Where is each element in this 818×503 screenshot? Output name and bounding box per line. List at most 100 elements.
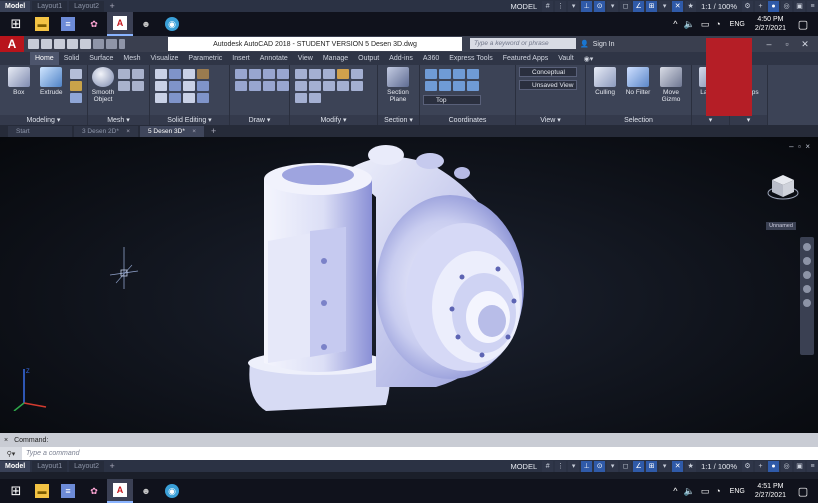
clean-screen-icon[interactable]: ▣ — [794, 0, 805, 12]
ucs-x-icon[interactable] — [439, 69, 451, 79]
sign-in-button[interactable]: 👤 Sign In — [580, 37, 615, 51]
polar-icon[interactable]: ⊙ — [594, 460, 606, 472]
clean-icon[interactable] — [197, 93, 209, 103]
hardware-accel-icon[interactable]: ◎ — [781, 0, 792, 12]
autocad-taskbar-icon[interactable]: A — [107, 479, 133, 503]
visual-style-select[interactable]: Conceptual — [519, 67, 577, 77]
shell-icon[interactable] — [169, 69, 181, 79]
browser-icon[interactable]: ◉ — [159, 12, 185, 36]
close-icon[interactable]: ✕ — [796, 37, 814, 51]
maximize-icon[interactable]: ▫ — [778, 37, 796, 51]
panel-title-section[interactable]: Section ▾ — [378, 115, 419, 125]
tab-manage[interactable]: Manage — [318, 52, 353, 65]
ucs-world-icon[interactable] — [425, 69, 437, 79]
scale-icon[interactable] — [351, 81, 363, 91]
windows-start-icon[interactable]: ⊞ — [3, 479, 29, 503]
arc-icon[interactable] — [277, 69, 289, 79]
pan-icon[interactable] — [803, 257, 811, 265]
close-icon[interactable]: × — [120, 128, 130, 135]
panel-title-view[interactable]: View ▾ — [516, 115, 585, 125]
taper-icon[interactable] — [183, 93, 195, 103]
ortho-icon[interactable]: ⊥ — [581, 0, 593, 12]
mesh-tool-icon[interactable] — [132, 69, 144, 79]
ucs-y-icon[interactable] — [453, 69, 465, 79]
chevron-down-icon[interactable]: ▾ — [568, 0, 580, 12]
clock[interactable]: 4:50 PM 2/27/2021 — [755, 15, 786, 33]
model-space-button[interactable]: MODEL — [507, 1, 540, 12]
annotation-visibility-icon[interactable]: ✕ — [672, 0, 684, 12]
save-icon[interactable] — [54, 39, 65, 49]
volume-icon[interactable]: 🔈 — [684, 19, 695, 30]
battery-icon[interactable]: ▭ — [701, 19, 710, 30]
save-as-icon[interactable] — [67, 39, 78, 49]
subtract-icon[interactable] — [197, 69, 209, 79]
command-customize-icon[interactable]: ⚲▾ — [0, 447, 22, 460]
gear-icon[interactable]: ⚙ — [742, 460, 753, 472]
panel-title-solid-editing[interactable]: Solid Editing ▾ — [150, 115, 229, 125]
ucs-icon[interactable]: ⊞ — [646, 0, 658, 12]
object-snap-icon[interactable]: ◻ — [620, 460, 632, 472]
isolate-icon[interactable]: ● — [768, 460, 779, 472]
chevron-down-icon[interactable]: ▾ — [568, 460, 580, 472]
wifi-icon[interactable]: ◔ — [715, 19, 720, 29]
smooth-object-button[interactable]: Smooth Object — [91, 67, 115, 103]
ribbon-toggle-icon[interactable]: ◉▾ — [579, 52, 599, 65]
ucs-face-icon[interactable] — [439, 81, 451, 91]
mesh-tool-icon[interactable] — [118, 81, 130, 91]
app-icon[interactable]: ☻ — [133, 12, 159, 36]
annotation-scale-value[interactable]: 1:1 / 100% — [698, 461, 740, 472]
hatch-icon[interactable] — [277, 81, 289, 91]
mesh-tool-icon[interactable] — [132, 81, 144, 91]
object-snap-icon[interactable]: ◻ — [620, 0, 632, 12]
chevron-up-icon[interactable]: ^ — [673, 19, 677, 29]
move-icon[interactable] — [295, 69, 307, 79]
command-input[interactable]: Type a command — [26, 450, 80, 457]
move-gizmo-button[interactable]: Move Gizmo — [655, 67, 687, 103]
notepad-icon[interactable]: ≡ — [55, 479, 81, 503]
layout-tab-layout1[interactable]: Layout1 — [32, 0, 68, 12]
tab-a360[interactable]: A360 — [418, 52, 444, 65]
redo-icon[interactable] — [106, 39, 117, 49]
rectangle-icon[interactable] — [235, 81, 247, 91]
new-icon[interactable] — [28, 39, 39, 49]
language-indicator[interactable]: ENG — [730, 21, 745, 28]
autocad-app-menu-button[interactable]: A — [0, 36, 24, 52]
panel-title-selection[interactable]: Selection — [586, 115, 691, 125]
ucs-view-icon[interactable] — [467, 81, 479, 91]
panel-title-layers-dropdown[interactable]: ▾ — [692, 115, 729, 125]
language-indicator[interactable]: ENG — [730, 488, 745, 495]
ucs-menu[interactable]: Unnamed — [766, 222, 796, 230]
fillet-icon[interactable] — [309, 81, 321, 91]
stretch-icon[interactable] — [337, 81, 349, 91]
tab-featured-apps[interactable]: Featured Apps — [498, 52, 554, 65]
tab-output[interactable]: Output — [353, 52, 384, 65]
annotation-visibility-icon[interactable]: ✕ — [672, 460, 684, 472]
file-tab-start[interactable]: Start — [8, 125, 72, 137]
tab-express-tools[interactable]: Express Tools — [444, 52, 497, 65]
chevron-down-icon[interactable]: ▾ — [659, 0, 671, 12]
array-icon[interactable] — [295, 93, 307, 103]
model-space-button[interactable]: MODEL — [507, 461, 540, 472]
ucs-object-icon[interactable] — [453, 81, 465, 91]
annotation-scale-icon[interactable]: ★ — [685, 0, 697, 12]
tab-home[interactable]: Home — [30, 52, 59, 65]
paint-icon[interactable]: ✿ — [81, 479, 107, 503]
full-navigation-wheel-icon[interactable] — [803, 243, 811, 251]
browser-icon[interactable]: ◉ — [159, 479, 185, 503]
erase-icon[interactable] — [337, 69, 349, 79]
ucs-icon[interactable]: ⊞ — [646, 460, 658, 472]
interfere-icon[interactable] — [155, 81, 167, 91]
hardware-accel-icon[interactable]: ◎ — [781, 460, 792, 472]
extract-edges-icon[interactable] — [183, 81, 195, 91]
ellipse-icon[interactable] — [263, 81, 275, 91]
panel-title-modify[interactable]: Modify ▾ — [290, 115, 377, 125]
mesh-tool-icon[interactable] — [118, 69, 130, 79]
chevron-up-icon[interactable]: ^ — [673, 486, 677, 496]
union-icon[interactable] — [70, 81, 82, 91]
box-button[interactable]: Box — [3, 67, 35, 96]
search-input[interactable]: Type a keyword or phrase — [470, 38, 576, 49]
ucs-z-icon[interactable] — [467, 69, 479, 79]
isolate-icon[interactable]: ● — [768, 0, 779, 12]
mirror-icon[interactable] — [295, 81, 307, 91]
viewcube-icon[interactable] — [766, 169, 800, 203]
